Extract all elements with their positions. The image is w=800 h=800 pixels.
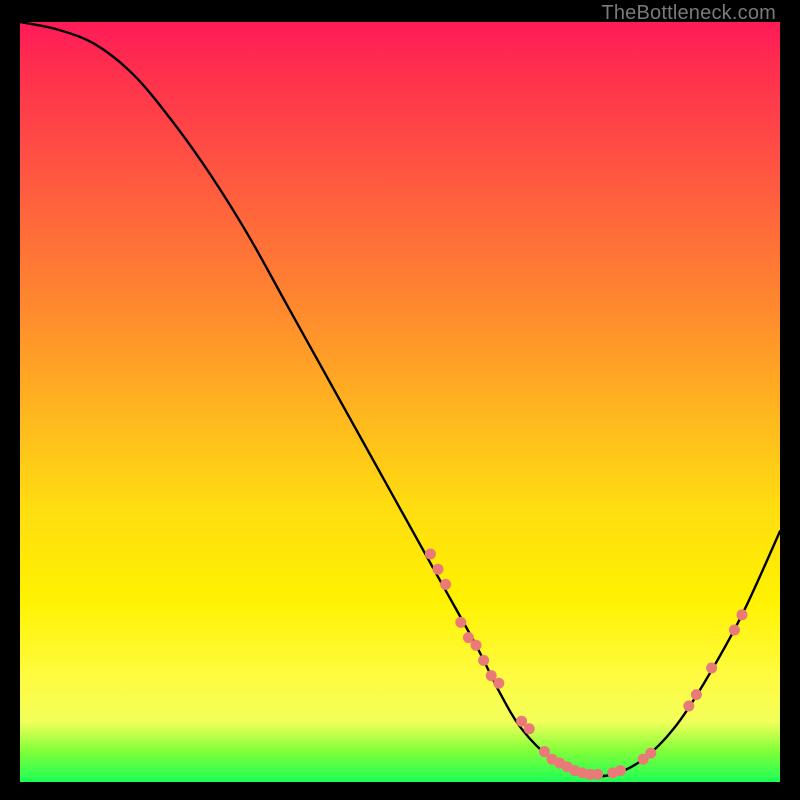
- chart-frame: [20, 22, 780, 782]
- data-marker: [592, 769, 603, 780]
- data-marker: [440, 579, 451, 590]
- data-marker: [737, 609, 748, 620]
- chart-svg: [20, 22, 780, 782]
- data-markers: [425, 549, 748, 780]
- data-marker: [478, 655, 489, 666]
- data-marker: [645, 748, 656, 759]
- data-marker: [729, 625, 740, 636]
- data-marker: [683, 701, 694, 712]
- data-marker: [524, 723, 535, 734]
- data-marker: [493, 678, 504, 689]
- data-marker: [433, 564, 444, 575]
- bottleneck-curve: [20, 22, 780, 776]
- data-marker: [471, 640, 482, 651]
- data-marker: [425, 549, 436, 560]
- data-marker: [706, 663, 717, 674]
- data-marker: [691, 689, 702, 700]
- data-marker: [455, 617, 466, 628]
- plot-area: [20, 22, 780, 782]
- data-marker: [615, 765, 626, 776]
